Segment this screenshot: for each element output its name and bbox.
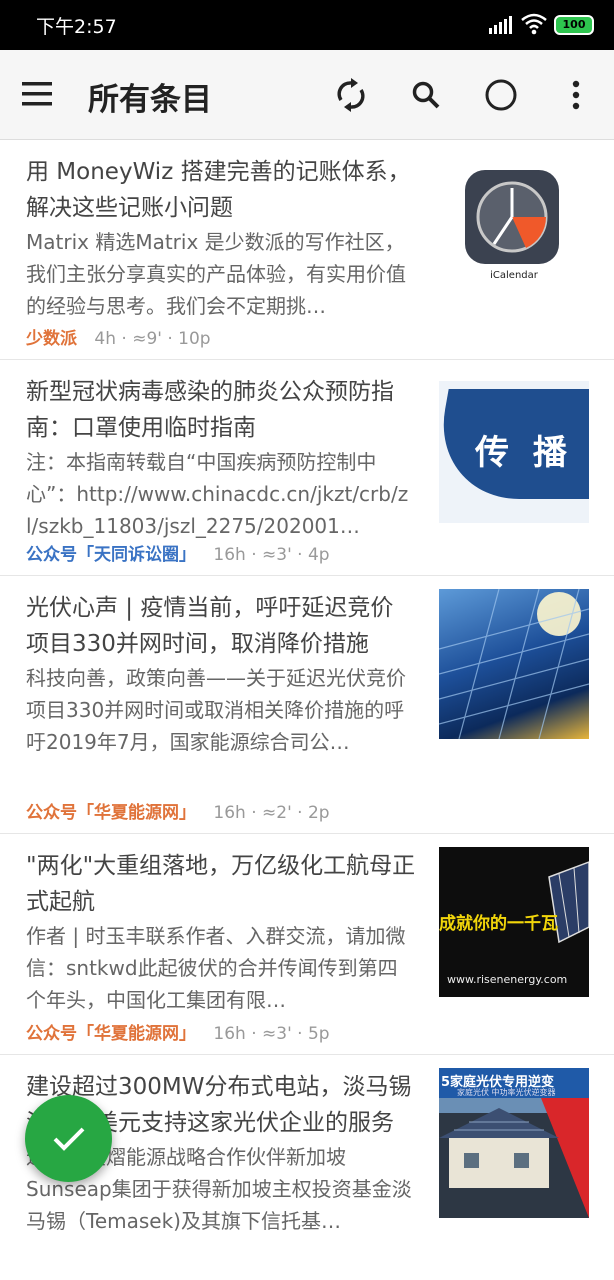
thumbnail-caption: 成就你的一千瓦: [439, 914, 558, 934]
battery-indicator: 100: [554, 15, 594, 35]
wifi-icon: [521, 13, 547, 35]
signal-icon: [489, 16, 512, 34]
status-bar: 下午2:57 100: [0, 0, 614, 50]
thumbnail-url: www.risenenergy.com: [447, 973, 568, 986]
thumbnail-caption: 传 播: [475, 433, 573, 473]
article-title: 光伏心声 | 疫情当前，呼吁延迟竞价项目330并网时间，取消降价措施: [26, 595, 394, 657]
circle-icon: [485, 79, 517, 111]
article-text: 用 MoneyWiz 搭建完善的记账体系，解决这些记账小问题 Matrix 精选…: [26, 154, 416, 322]
article-stats: 16h · ≈3' · 5p: [213, 1024, 330, 1044]
article-text: "两化"大重组落地，万亿级化工航母正式起航 作者 | 时玉丰联系作者、入群交流，…: [26, 848, 416, 1016]
article-title: 用 MoneyWiz 搭建完善的记账体系，解决这些记账小问题: [26, 159, 411, 221]
article-summary: 注：本指南转载自“中国疾病预防控制中心”：http://www.chinacdc…: [26, 450, 409, 538]
article-thumbnail: [439, 589, 589, 739]
menu-icon[interactable]: [22, 81, 52, 107]
article-source: 少数派: [26, 329, 77, 349]
article-source: 公众号「华夏能源网」: [26, 1024, 196, 1044]
thumbnail-subcaption: 家庭光伏 中功率光伏逆变器: [457, 1088, 556, 1097]
sync-icon: [337, 78, 365, 112]
overflow-menu-button[interactable]: [556, 75, 596, 115]
article-text: 光伏心声 | 疫情当前，呼吁延迟竞价项目330并网时间，取消降价措施 科技向善，…: [26, 590, 416, 758]
article-stats: 16h · ≈3' · 4p: [213, 545, 330, 565]
article-title: "两化"大重组落地，万亿级化工航母正式起航: [26, 853, 416, 915]
article-meta: 公众号「天同诉讼圈」 16h · ≈3' · 4p: [26, 540, 330, 565]
search-icon: [412, 81, 440, 109]
article-meta: 公众号「华夏能源网」 16h · ≈2' · 2p: [26, 798, 330, 823]
app-bar: 所有条目: [0, 50, 614, 140]
article-meta: 少数派 4h · ≈9' · 10p: [26, 324, 211, 349]
article-thumbnail: 5家庭光伏专用逆变 家庭光伏 中功率光伏逆变器: [439, 1068, 589, 1218]
more-vert-icon: [572, 80, 580, 110]
check-icon: [53, 1127, 84, 1151]
refresh-button[interactable]: [331, 75, 371, 115]
mark-all-read-fab[interactable]: [25, 1095, 112, 1182]
article-text: 新型冠状病毒感染的肺炎公众预防指南：口罩使用临时指南 注：本指南转载自“中国疾病…: [26, 374, 416, 542]
article-item[interactable]: 新型冠状病毒感染的肺炎公众预防指南：口罩使用临时指南 注：本指南转载自“中国疾病…: [0, 360, 614, 576]
article-source: 公众号「天同诉讼圈」: [26, 545, 196, 565]
article-stats: 4h · ≈9' · 10p: [94, 329, 211, 349]
calendar-app-image: [465, 170, 559, 264]
status-time: 下午2:57: [36, 16, 117, 38]
page-title: 所有条目: [88, 82, 212, 118]
article-summary: 作者 | 时玉丰联系作者、入群交流，请加微信：sntkwd此起彼伏的合并传闻传到…: [26, 924, 406, 1012]
article-meta: 公众号「华夏能源网」 16h · ≈3' · 5p: [26, 1019, 330, 1044]
article-thumbnail: 传 播: [439, 381, 589, 523]
mark-read-button[interactable]: [481, 75, 521, 115]
solar-panel-image: [439, 589, 589, 739]
article-item[interactable]: 光伏心声 | 疫情当前，呼吁延迟竞价项目330并网时间，取消降价措施 科技向善，…: [0, 576, 614, 834]
article-summary: 科技向善，政策向善——关于延迟光伏竞价项目330并网时间或取消相关降价措施的呼吁…: [26, 666, 406, 754]
article-stats: 16h · ≈2' · 2p: [213, 803, 330, 823]
thumbnail-caption: iCalendar: [490, 270, 538, 281]
article-thumbnail: 成就你的一千瓦 www.risenenergy.com: [439, 847, 589, 997]
article-title: 新型冠状病毒感染的肺炎公众预防指南：口罩使用临时指南: [26, 379, 394, 441]
search-button[interactable]: [406, 75, 446, 115]
article-source: 公众号「华夏能源网」: [26, 803, 196, 823]
article-summary: Matrix 精选Matrix 是少数派的写作社区，我们主张分享真实的产品体验，…: [26, 230, 406, 318]
article-thumbnail: iCalendar: [439, 162, 589, 312]
article-item[interactable]: 用 MoneyWiz 搭建完善的记账体系，解决这些记账小问题 Matrix 精选…: [0, 140, 614, 360]
rooftop-solar-image: [439, 1108, 559, 1188]
article-item[interactable]: "两化"大重组落地，万亿级化工航母正式起航 作者 | 时玉丰联系作者、入群交流，…: [0, 834, 614, 1055]
